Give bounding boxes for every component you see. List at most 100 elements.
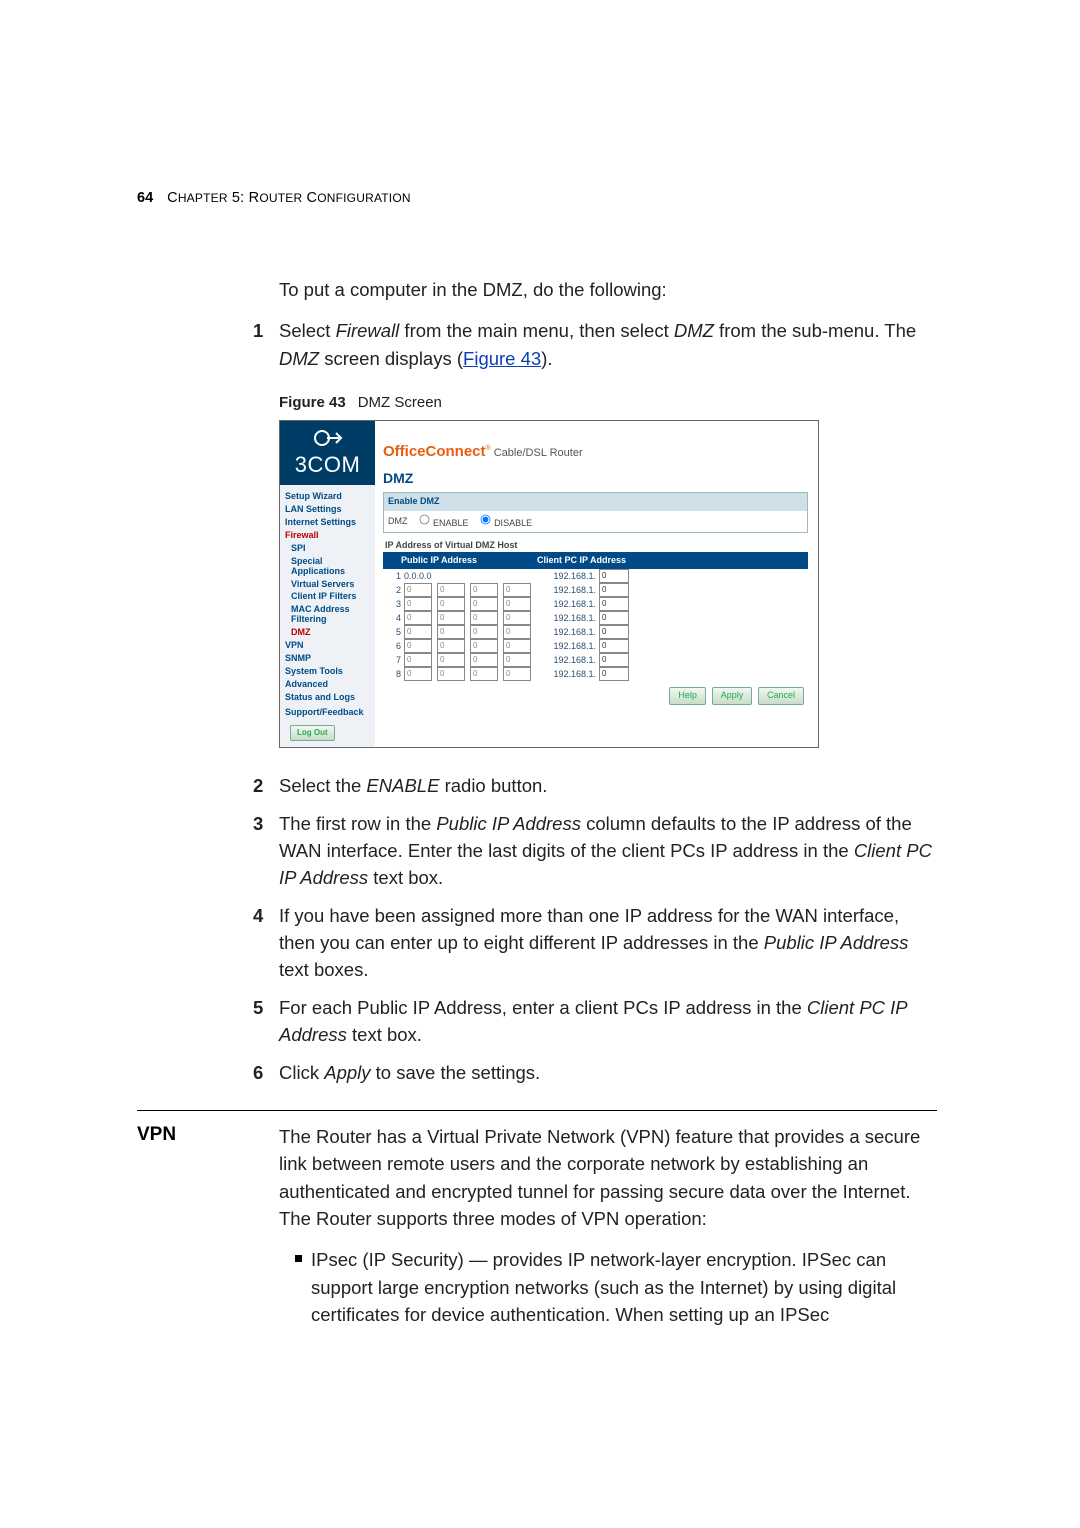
step-2: Select the ENABLE radio button. xyxy=(279,772,937,799)
page-header: 64 CHAPTER 5: ROUTER CONFIGURATION xyxy=(137,190,937,206)
client-ip-prefix: 192.168.1. xyxy=(536,612,596,625)
nav-internet-settings[interactable]: Internet Settings xyxy=(285,518,370,528)
vpn-heading: VPN xyxy=(137,1123,279,1146)
disable-radio[interactable]: DISABLE xyxy=(479,513,533,530)
brand-logo: 3COM xyxy=(280,421,375,485)
client-ip-prefix: 192.168.1. xyxy=(536,584,596,597)
public-ip-octet[interactable]: 0 xyxy=(404,667,432,681)
vpn-bullet-ipsec: IPsec (IP Security) — provides IP networ… xyxy=(295,1246,937,1328)
public-ip-octet[interactable]: 0 xyxy=(503,611,531,625)
public-ip-octet[interactable]: 0 xyxy=(503,625,531,639)
client-ip-prefix: 192.168.1. xyxy=(536,640,596,653)
table-row: 80000192.168.1.0 xyxy=(383,667,808,681)
nav-snmp[interactable]: SNMP xyxy=(285,654,370,664)
chapter-title: CHAPTER 5: ROUTER CONFIGURATION xyxy=(167,190,411,206)
apply-button[interactable]: Apply xyxy=(712,687,753,704)
nav-dmz[interactable]: DMZ xyxy=(285,628,370,638)
public-ip-octet[interactable]: 0 xyxy=(470,597,498,611)
client-ip-last-octet[interactable]: 0 xyxy=(599,569,629,583)
client-ip-last-octet[interactable]: 0 xyxy=(599,611,629,625)
nav-lan-settings[interactable]: LAN Settings xyxy=(285,505,370,515)
intro-paragraph: To put a computer in the DMZ, do the fol… xyxy=(279,276,937,303)
nav-support-feedback[interactable]: Support/Feedback xyxy=(285,708,370,718)
public-ip-octet[interactable]: 0 xyxy=(470,625,498,639)
client-ip-prefix: 192.168.1. xyxy=(536,668,596,681)
client-ip-last-octet[interactable]: 0 xyxy=(599,639,629,653)
table-row: 70000192.168.1.0 xyxy=(383,653,808,667)
public-ip-octet[interactable]: 0 xyxy=(470,583,498,597)
client-ip-prefix: 192.168.1. xyxy=(536,654,596,667)
col-client-ip: Client PC IP Address xyxy=(533,552,808,569)
public-ip-octet[interactable]: 0 xyxy=(503,653,531,667)
nav-virtual-servers[interactable]: Virtual Servers xyxy=(285,580,370,590)
table-row: 30000192.168.1.0 xyxy=(383,597,808,611)
virtual-dmz-host-label: IP Address of Virtual DMZ Host xyxy=(385,539,808,552)
public-ip-octet[interactable]: 0 xyxy=(503,639,531,653)
page-number: 64 xyxy=(137,190,153,206)
step-4: If you have been assigned more than one … xyxy=(279,902,937,984)
client-ip-prefix: 192.168.1. xyxy=(536,626,596,639)
section-divider xyxy=(137,1110,937,1111)
public-ip-octet[interactable]: 0 xyxy=(404,653,432,667)
public-ip-octet[interactable]: 0 xyxy=(404,639,432,653)
public-ip-octet[interactable]: 0 xyxy=(437,653,465,667)
public-ip-octet[interactable]: 0 xyxy=(437,625,465,639)
nav-spi[interactable]: SPI xyxy=(285,544,370,554)
public-ip-octet[interactable]: 0 xyxy=(437,611,465,625)
nav-special-applications[interactable]: Special Applications xyxy=(285,557,370,577)
step-1: Select Firewall from the main menu, then… xyxy=(279,317,937,748)
row1-public-ip: 0.0.0.0 xyxy=(404,570,533,583)
table-row: 20000192.168.1.0 xyxy=(383,583,808,597)
router-title: OfficeConnect® Cable/DSL Router xyxy=(375,421,818,463)
public-ip-octet[interactable]: 0 xyxy=(404,597,432,611)
public-ip-octet[interactable]: 0 xyxy=(404,611,432,625)
nav-status-logs[interactable]: Status and Logs xyxy=(285,693,370,703)
col-public-ip: Public IP Address xyxy=(383,552,533,569)
panel-heading: DMZ xyxy=(383,468,808,489)
table-row: 60000192.168.1.0 xyxy=(383,639,808,653)
table-row: 10.0.0.0192.168.1.0 xyxy=(383,569,808,583)
step-5: For each Public IP Address, enter a clie… xyxy=(279,994,937,1049)
public-ip-octet[interactable]: 0 xyxy=(470,639,498,653)
client-ip-last-octet[interactable]: 0 xyxy=(599,653,629,667)
nav-firewall[interactable]: Firewall xyxy=(285,531,370,541)
logout-button[interactable]: Log Out xyxy=(290,725,335,741)
public-ip-octet[interactable]: 0 xyxy=(470,667,498,681)
public-ip-octet[interactable]: 0 xyxy=(503,583,531,597)
cancel-button[interactable]: Cancel xyxy=(758,687,804,704)
public-ip-octet[interactable]: 0 xyxy=(437,597,465,611)
client-ip-last-octet[interactable]: 0 xyxy=(599,625,629,639)
nav-system-tools[interactable]: System Tools xyxy=(285,667,370,677)
public-ip-octet[interactable]: 0 xyxy=(503,597,531,611)
public-ip-octet[interactable]: 0 xyxy=(404,583,432,597)
nav-mac-filtering[interactable]: MAC Address Filtering xyxy=(285,605,370,625)
client-ip-last-octet[interactable]: 0 xyxy=(599,583,629,597)
nav-advanced[interactable]: Advanced xyxy=(285,680,370,690)
table-row: 40000192.168.1.0 xyxy=(383,611,808,625)
client-ip-prefix: 192.168.1. xyxy=(536,598,596,611)
public-ip-octet[interactable]: 0 xyxy=(437,583,465,597)
help-button[interactable]: Help xyxy=(669,687,706,704)
enable-dmz-header: Enable DMZ xyxy=(384,493,807,510)
public-ip-octet[interactable]: 0 xyxy=(503,667,531,681)
enable-radio[interactable]: ENABLE xyxy=(418,513,469,530)
public-ip-octet[interactable]: 0 xyxy=(470,611,498,625)
public-ip-octet[interactable]: 0 xyxy=(437,667,465,681)
public-ip-octet[interactable]: 0 xyxy=(470,653,498,667)
figure-43-link[interactable]: Figure 43 xyxy=(463,348,541,369)
client-ip-prefix: 192.168.1. xyxy=(536,570,596,583)
vpn-paragraph: The Router has a Virtual Private Network… xyxy=(279,1123,937,1233)
client-ip-last-octet[interactable]: 0 xyxy=(599,667,629,681)
sidebar-nav: Setup Wizard LAN Settings Internet Setti… xyxy=(280,485,375,747)
step-3: The first row in the Public IP Address c… xyxy=(279,810,937,892)
nav-setup-wizard[interactable]: Setup Wizard xyxy=(285,492,370,502)
step-6: Click Apply to save the settings. xyxy=(279,1059,937,1086)
nav-client-ip-filters[interactable]: Client IP Filters xyxy=(285,592,370,602)
public-ip-octet[interactable]: 0 xyxy=(437,639,465,653)
public-ip-octet[interactable]: 0 xyxy=(404,625,432,639)
table-row: 50000192.168.1.0 xyxy=(383,625,808,639)
figure-caption: Figure 43DMZ Screen xyxy=(279,392,937,414)
nav-vpn[interactable]: VPN xyxy=(285,641,370,651)
client-ip-last-octet[interactable]: 0 xyxy=(599,597,629,611)
dmz-screenshot: 3COM Setup Wizard LAN Settings Internet … xyxy=(279,420,819,748)
